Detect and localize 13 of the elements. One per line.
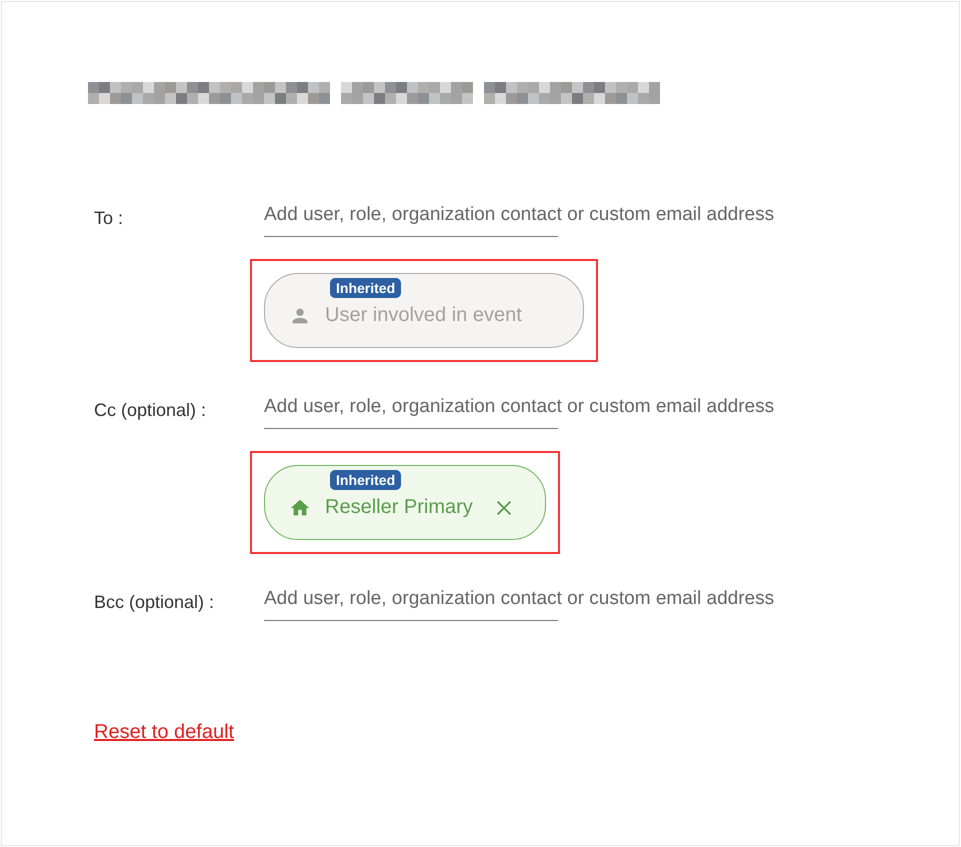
recipient-input-field[interactable]: Add user, role, organization contact or custom email address: [264, 396, 884, 428]
reset-link[interactable]: Reset to default: [94, 721, 234, 744]
recipient-chip[interactable]: Inherited User involved in event: [264, 273, 584, 348]
recipient-input-field[interactable]: Add user, role, organization contact or custom email address: [264, 204, 884, 236]
inherited-badge: Inherited: [330, 470, 402, 490]
inherited-badge: Inherited: [330, 278, 402, 298]
recipient-input-field[interactable]: Add user, role, organization contact or custom email address: [264, 588, 884, 620]
recipient-chip[interactable]: Inherited Reseller Primary: [264, 465, 546, 540]
field-label: Cc (optional) :: [93, 399, 208, 422]
field-label: To :: [93, 207, 124, 230]
field-label: Bcc (optional) :: [93, 591, 216, 614]
chip-text: Reseller Primary: [325, 496, 473, 519]
chip-text: User involved in event: [325, 304, 522, 327]
